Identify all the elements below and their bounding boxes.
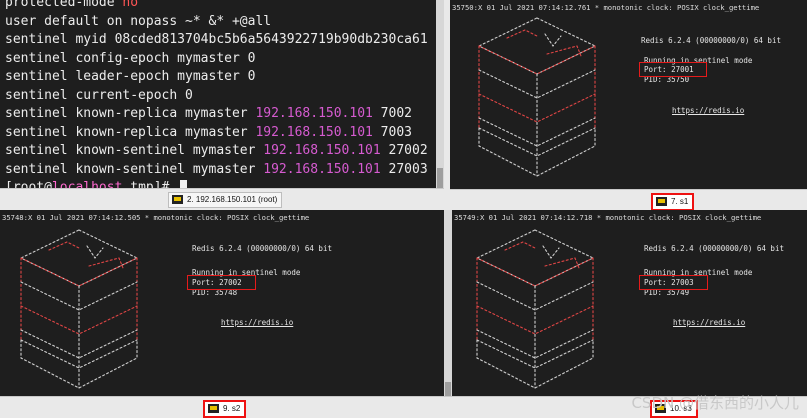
scrollbar-thumb[interactable] [445,382,451,396]
s1-tabbar: 7. s1 [450,189,807,211]
log-header: 35750:X 01 Jul 2021 07:14:12.761 * monot… [452,3,760,12]
redis-ascii-logo [475,229,595,389]
port-highlight-box [639,62,707,77]
terminal-line: sentinel known-replica mymaster 192.168.… [5,106,412,121]
terminal-line: sentinel current-epoch 0 [5,87,193,103]
ip-address: 192.168.150.101 [263,143,381,158]
log-header: 35749:X 01 Jul 2021 07:14:12.718 * monot… [454,213,762,222]
redis-link[interactable]: https://redis.io [672,106,744,115]
port-highlight-box [639,275,708,290]
redis-ascii-logo [19,229,139,389]
redis-ascii-logo [477,17,597,177]
terminal-line: sentinel leader-epoch mymaster 0 [5,69,256,84]
terminal-line: sentinel myid 08cded813704bc5b6a56439227… [5,32,428,47]
main-terminal[interactable]: protected-mode no user default on nopass… [0,0,436,190]
ip-address: 192.168.150.101 [255,106,373,121]
terminal-line: sentinel known-sentinel mymaster 192.168… [5,161,436,177]
ip-address: 192.168.150.101 [263,161,381,177]
ip-address: 192.168.150.101 [255,124,373,140]
sentinel-terminal-s2[interactable]: 35748:X 01 Jul 2021 07:14:12.505 * monot… [0,210,444,398]
terminal-icon [208,404,219,413]
redis-version: Redis 6.2.4 (00000000/0) 64 bit [641,36,781,45]
tab-s2[interactable]: 9. s2 [203,400,247,418]
main-terminal-scrollbar[interactable] [436,0,444,190]
keyword-no: no [122,0,139,10]
terminal-line: user default on nopass ~* &* +@all [5,13,272,29]
s2-tabbar: 9. s2 [0,396,452,418]
s2-scrollbar[interactable] [444,210,452,398]
watermark: CSDN @借东西的小人儿 [631,394,799,412]
terminal-icon [656,197,667,206]
main-terminal-tabbar: 2. 192.168.150.101 (root) [0,188,444,209]
tab-s1[interactable]: 7. s1 [651,193,695,211]
log-header: 35748:X 01 Jul 2021 07:14:12.505 * monot… [2,213,310,222]
terminal-icon [172,195,183,204]
terminal-line: sentinel known-replica mymaster 192.168.… [5,124,412,140]
sentinel-terminal-s1[interactable]: 35750:X 01 Jul 2021 07:14:12.761 * monot… [450,0,807,190]
terminal-line: sentinel known-sentinel mymaster 192.168… [5,143,436,158]
redis-version: Redis 6.2.4 (00000000/0) 64 bit [192,244,332,253]
terminal-line: protected-mode no [5,0,138,13]
sentinel-terminal-s3[interactable]: 35749:X 01 Jul 2021 07:14:12.718 * monot… [452,210,807,398]
redis-link[interactable]: https://redis.io [221,318,293,327]
redis-version: Redis 6.2.4 (00000000/0) 64 bit [644,244,784,253]
scrollbar-thumb[interactable] [437,168,443,188]
redis-link[interactable]: https://redis.io [673,318,745,327]
tab-main-terminal[interactable]: 2. 192.168.150.101 (root) [168,192,283,208]
terminal-line: sentinel config-epoch mymaster 0 [5,50,256,66]
port-highlight-box [187,275,256,290]
